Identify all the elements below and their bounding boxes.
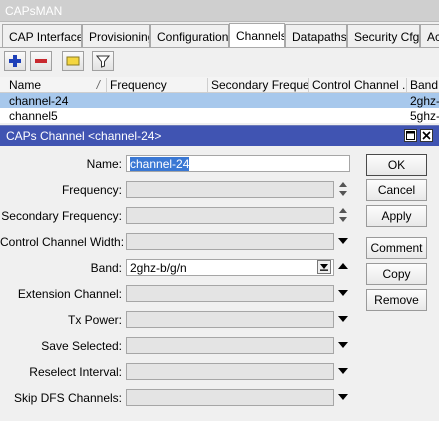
expand-collapse-icon[interactable] [338, 207, 348, 223]
expand-collapse-icon[interactable] [338, 181, 348, 197]
remove-button[interactable] [30, 51, 52, 71]
filter-button[interactable] [92, 51, 114, 71]
tx-power-field[interactable] [126, 311, 334, 328]
name-input[interactable]: channel-24 [126, 155, 350, 172]
comment-button-label: Comment [370, 241, 423, 255]
remove-button-label: Remove [374, 293, 419, 307]
column-header-band[interactable]: Band [407, 78, 439, 92]
tab-label: Datapaths [292, 30, 347, 44]
dialog-titlebar[interactable]: CAPs Channel <channel-24> [0, 126, 439, 146]
ok-button[interactable]: OK [366, 154, 427, 176]
comment-button[interactable] [62, 51, 84, 71]
band-value: 2ghz-b/g/n [130, 261, 187, 275]
reselect-interval-field[interactable] [126, 363, 334, 380]
add-button[interactable] [4, 51, 26, 71]
column-header-name[interactable]: Name / [6, 78, 107, 92]
close-icon [422, 131, 431, 140]
frequency-label: Frequency: [61, 183, 122, 197]
save-selected-label: Save Selected: [41, 339, 122, 353]
chevron-down-icon [320, 264, 328, 271]
tab-access-list[interactable]: Acc [420, 24, 439, 47]
dropdown-arrow-icon[interactable] [338, 367, 348, 377]
tx-power-label: Tx Power: [67, 313, 122, 327]
table-row[interactable]: channel5 5ghz-a [0, 108, 439, 123]
column-header-control-channel[interactable]: Control Channel ... [309, 78, 407, 92]
tab-label: CAP Interface [9, 30, 82, 44]
control-channel-width-label: Control Channel Width: [0, 235, 125, 249]
band-select[interactable]: 2ghz-b/g/n [126, 259, 334, 276]
extension-channel-label: Extension Channel: [17, 287, 122, 301]
table-header: Name / Frequency Secondary Freque... Con… [0, 77, 439, 93]
cell-name: channel-24 [9, 94, 69, 108]
tab-configurations[interactable]: Configurations [150, 24, 229, 47]
control-channel-width-select[interactable] [126, 233, 334, 250]
filter-icon [96, 55, 110, 68]
tab-label: Security Cfg. [354, 30, 420, 44]
tab-label: Configurations [157, 30, 229, 44]
tab-provisioning[interactable]: Provisioning [82, 24, 150, 47]
column-header-label: Name [9, 78, 42, 92]
dropdown-arrow-icon[interactable] [338, 289, 348, 299]
skip-dfs-channels-select[interactable] [126, 389, 334, 406]
frequency-field[interactable] [126, 181, 334, 198]
secondary-frequency-label: Secondary Frequency: [1, 209, 122, 223]
dropdown-arrow-icon[interactable] [338, 315, 348, 325]
cancel-button-label: Cancel [377, 183, 416, 197]
column-header-secondary-frequency[interactable]: Secondary Freque... [208, 78, 309, 92]
tab-channels[interactable]: Channels [229, 23, 285, 48]
name-value: channel-24 [130, 157, 190, 171]
band-label: Band: [90, 261, 122, 275]
reselect-interval-label: Reselect Interval: [29, 365, 122, 379]
dropdown-arrow-icon[interactable] [338, 393, 348, 403]
maximize-icon [406, 131, 415, 140]
window-titlebar[interactable]: CAPsMAN [0, 0, 439, 22]
tab-bar: CAP Interface Provisioning Configuration… [0, 23, 439, 48]
minus-icon [35, 59, 47, 63]
copy-button[interactable]: Copy [366, 263, 427, 285]
column-header-label: Frequency [110, 78, 167, 92]
ok-button-label: OK [387, 158, 406, 172]
apply-button-label: Apply [381, 209, 412, 223]
comment-button[interactable]: Comment [366, 237, 427, 259]
toolbar [0, 48, 439, 74]
name-label: Name: [86, 157, 122, 171]
channel-dialog: CAPs Channel <channel-24> Name: channel-… [0, 125, 439, 421]
tab-label: Acc [427, 30, 439, 44]
tab-cap-interface[interactable]: CAP Interface [2, 24, 82, 47]
tab-label: Provisioning [89, 30, 150, 44]
extension-channel-select[interactable] [126, 285, 334, 302]
tab-security-cfg[interactable]: Security Cfg. [347, 24, 420, 47]
dropdown-arrow-icon[interactable] [338, 341, 348, 351]
close-button[interactable] [420, 129, 433, 142]
cell-band: 2ghz-b [410, 94, 439, 108]
dialog-title: CAPs Channel <channel-24> [6, 129, 162, 143]
plus-icon [9, 55, 21, 67]
column-header-label: Control Channel ... [312, 78, 407, 92]
save-selected-select[interactable] [126, 337, 334, 354]
skip-dfs-channels-label: Skip DFS Channels: [13, 391, 122, 405]
apply-button[interactable]: Apply [366, 205, 427, 227]
sort-marker: / [96, 78, 100, 92]
remove-button[interactable]: Remove [366, 289, 427, 311]
dropdown-arrow-icon[interactable] [338, 237, 348, 247]
column-header-label: Band [410, 78, 439, 92]
tab-datapaths[interactable]: Datapaths [285, 24, 347, 47]
band-dropdown-button[interactable] [317, 260, 331, 274]
tab-label: Channels [236, 29, 285, 43]
channels-table: Name / Frequency Secondary Freque... Con… [0, 77, 439, 123]
cell-band: 5ghz-a [410, 109, 439, 123]
collapse-up-icon[interactable] [338, 262, 348, 272]
maximize-button[interactable] [404, 129, 417, 142]
copy-button-label: Copy [382, 267, 411, 281]
note-icon [66, 56, 80, 66]
window-title: CAPsMAN [5, 4, 63, 18]
table-row[interactable]: channel-24 2ghz-b [0, 93, 439, 108]
secondary-frequency-field[interactable] [126, 207, 334, 224]
cancel-button[interactable]: Cancel [366, 179, 427, 201]
cell-name: channel5 [9, 109, 58, 123]
column-header-label: Secondary Freque... [211, 78, 309, 92]
column-header-frequency[interactable]: Frequency [107, 78, 208, 92]
